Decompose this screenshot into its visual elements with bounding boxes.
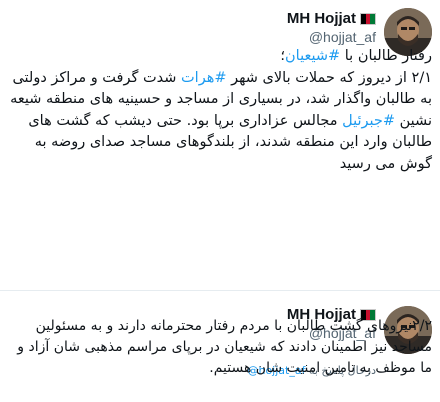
tweet-text: ۲/۲نیروهای گشت طالبان با مردم رفتار محتر… <box>8 316 432 379</box>
author-handle[interactable]: @hojjat_af <box>287 29 376 45</box>
text-segment: ۲/۱ از دیروز که حملات بالای شهر <box>226 69 432 86</box>
hashtag-link[interactable]: #جبرئیل <box>342 113 395 129</box>
hashtag-link[interactable]: #هرات <box>181 70 226 86</box>
flag-icon <box>360 12 376 25</box>
tweet-1[interactable]: MH Hojjat @hojjat_af رفتار طالبان با #شی… <box>0 0 440 282</box>
tweet-divider <box>0 290 440 291</box>
hashtag-link[interactable]: #شیعیان <box>285 48 340 64</box>
tweet-text: رفتار طالبان با #شیعیان؛ ۲/۱ از دیروز که… <box>8 46 432 175</box>
text-segment: رفتار طالبان با <box>340 48 432 64</box>
tweet-body: ۲/۲نیروهای گشت طالبان با مردم رفتار محتر… <box>17 318 432 376</box>
author-info[interactable]: MH Hojjat @hojjat_af <box>287 10 376 45</box>
author-name[interactable]: MH Hojjat <box>287 10 356 27</box>
